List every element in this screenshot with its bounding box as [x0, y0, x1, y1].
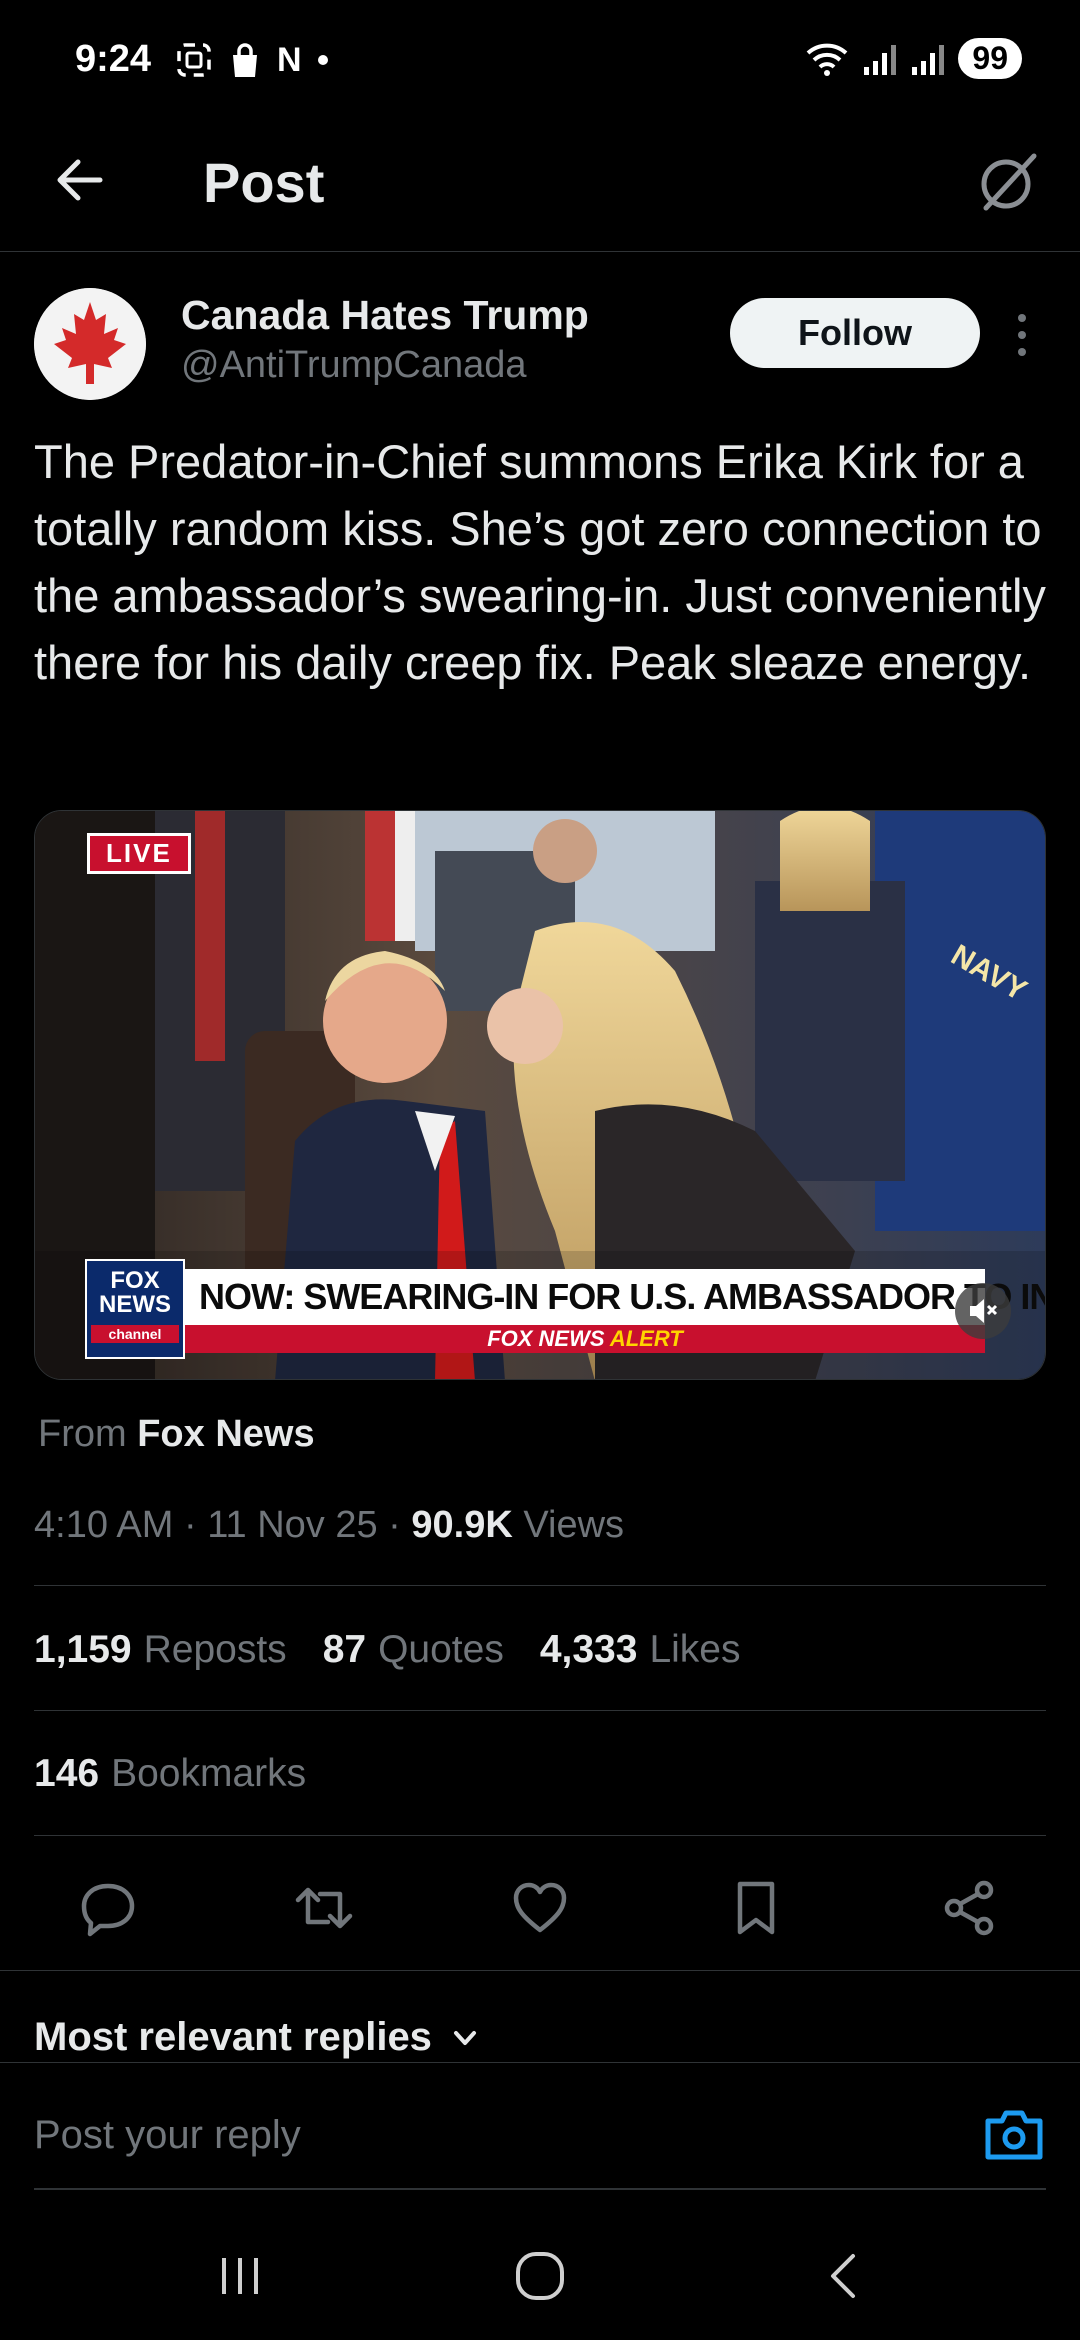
source-prefix: From — [38, 1413, 127, 1455]
top-app-bar: Post — [0, 120, 1080, 252]
fox-logo-line2: NEWS — [99, 1291, 171, 1318]
status-bar: 9:24 N 99 — [0, 0, 1080, 120]
post-actions — [0, 1860, 1080, 1950]
live-badge: LIVE — [87, 833, 191, 874]
signal-icon-2 — [912, 44, 945, 75]
reposts-count: 1,159 — [34, 1628, 132, 1671]
reply-underline — [34, 2188, 1046, 2190]
reposts-label: Reposts — [143, 1628, 287, 1671]
post-text: The Predator-in-Chief summons Erika Kirk… — [34, 435, 1046, 689]
divider — [0, 1970, 1080, 1971]
post-time: 4:10 AM — [34, 1504, 174, 1546]
quotes-stat[interactable]: 87 Quotes — [323, 1628, 504, 1672]
dot-icon — [317, 55, 328, 65]
fox-news-logo: FOX NEWS channel — [85, 1259, 185, 1359]
news-ticker: FOX NEWS channel NOW: SWEARING-IN FOR U.… — [85, 1259, 1045, 1359]
separator: · — [388, 1504, 401, 1546]
avatar[interactable] — [34, 288, 146, 400]
fox-logo-line3: channel — [91, 1325, 179, 1343]
replies-sort-label: Most relevant replies — [34, 2015, 432, 2059]
grok-icon[interactable] — [976, 150, 1040, 214]
bookmark-icon[interactable] — [726, 1878, 786, 1938]
fox-logo-line1: FOX — [110, 1267, 160, 1294]
author-handle[interactable]: @AntiTrumpCanada — [181, 344, 527, 387]
shopping-bag-icon — [233, 43, 257, 77]
ticker-subline: FOX NEWS ALERT — [185, 1325, 985, 1353]
system-nav-bar — [0, 2200, 1080, 2340]
status-system-icons: 99 — [804, 38, 1022, 79]
status-notification-icons: N — [175, 40, 330, 80]
netflix-n-icon: N — [277, 41, 302, 79]
views-label[interactable]: Views — [523, 1504, 624, 1546]
recent-apps-icon[interactable] — [210, 2246, 270, 2306]
mute-icon[interactable] — [955, 1283, 1011, 1339]
back-arrow-icon[interactable] — [50, 150, 110, 210]
bookmarks-count: 146 — [34, 1752, 100, 1795]
maple-leaf-icon — [34, 288, 146, 400]
replies-sort-dropdown[interactable]: Most relevant replies — [34, 2015, 480, 2060]
quotes-count: 87 — [322, 1628, 367, 1671]
follow-button[interactable]: Follow — [730, 298, 980, 368]
reposts-stat[interactable]: 1,159 Reposts — [34, 1628, 287, 1672]
ticker-alert: ALERT — [609, 1326, 683, 1351]
home-icon[interactable] — [510, 2246, 570, 2306]
share-icon[interactable] — [940, 1878, 1000, 1938]
media-source[interactable]: From Fox News — [38, 1413, 315, 1456]
likes-label: Likes — [649, 1628, 741, 1671]
post-metadata: 4:10 AM · 11 Nov 25 · 90.9K Views — [34, 1504, 624, 1547]
status-time: 9:24 — [75, 38, 152, 80]
separator: · — [183, 1504, 197, 1546]
camera-icon[interactable] — [984, 2109, 1044, 2161]
source-name[interactable]: Fox News — [137, 1413, 314, 1455]
ticker-headline: NOW: SWEARING-IN FOR U.S. AMBASSADOR TO … — [185, 1269, 1045, 1325]
divider — [34, 1710, 1046, 1711]
wifi-icon — [807, 43, 848, 76]
post-detail-screen: 9:24 N 99 Post Canada Hates Trump @AntiT… — [0, 0, 1080, 2340]
reply-composer: Post your reply — [0, 2062, 1080, 2192]
views-count[interactable]: 90.9K — [411, 1504, 512, 1546]
engagement-stats: 1,159 Reposts 87 Quotes 4,333 Likes — [34, 1628, 740, 1672]
reply-icon[interactable] — [78, 1878, 138, 1938]
repost-icon[interactable] — [294, 1878, 354, 1938]
reply-input[interactable]: Post your reply — [34, 2113, 301, 2158]
signal-icon — [864, 44, 897, 75]
like-icon[interactable] — [510, 1878, 570, 1938]
battery-indicator: 99 — [958, 38, 1022, 79]
bookmarks-stat[interactable]: 146 Bookmarks — [34, 1752, 306, 1796]
screenshot-icon — [177, 43, 211, 77]
back-nav-icon[interactable] — [815, 2246, 875, 2306]
divider — [34, 1585, 1046, 1586]
video-player[interactable]: NAVY LIVE FOX NEWS channel NOW: SWEARING… — [34, 810, 1046, 1380]
author-name[interactable]: Canada Hates Trump — [181, 292, 589, 339]
post-date: 11 Nov 25 — [207, 1504, 378, 1546]
bookmarks-label: Bookmarks — [111, 1752, 307, 1795]
quotes-label: Quotes — [378, 1628, 504, 1671]
likes-count: 4,333 — [539, 1628, 638, 1671]
likes-stat[interactable]: 4,333 Likes — [540, 1628, 741, 1672]
ticker-brand: FOX NEWS — [487, 1326, 605, 1351]
page-title: Post — [203, 151, 325, 214]
more-options-icon[interactable] — [1012, 310, 1032, 360]
divider — [34, 1835, 1046, 1836]
chevron-down-icon — [453, 2030, 476, 2045]
